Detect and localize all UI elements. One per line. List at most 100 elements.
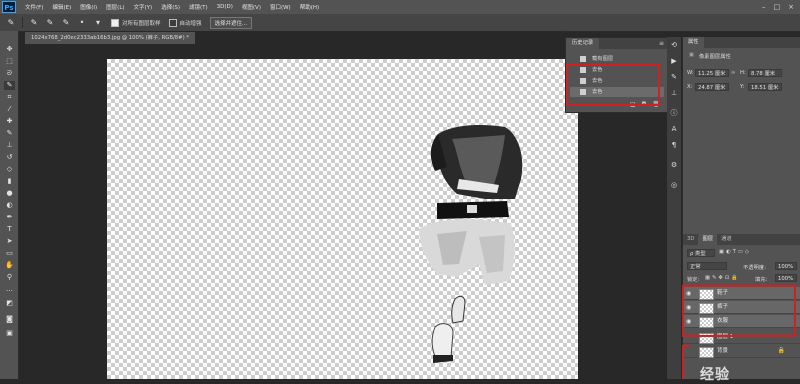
lasso-tool-icon[interactable]: ᘐ [4,69,15,78]
lock-icon: 🔒 [777,347,785,354]
divider [22,17,23,28]
rectangle-tool-icon[interactable]: ▭ [4,249,15,258]
zoom-tool-icon[interactable]: ⚲ [4,273,15,282]
type-tool-icon[interactable]: T [4,225,15,234]
minimize-button[interactable]: – [762,3,766,11]
menu-type[interactable]: 文字(Y) [134,3,153,11]
select-and-mask-button[interactable]: 选择并遮住... [209,16,253,29]
color-swatches-icon[interactable]: ◩ [4,299,15,308]
menu-image[interactable]: 图像(I) [80,3,97,11]
glyphs-panel-icon[interactable]: ⚙ [669,161,679,170]
adjustments-icon[interactable]: ◎ [669,181,679,190]
actions-panel-icon[interactable]: ▶ [669,57,679,66]
gradient-tool-icon[interactable]: ▮ [4,177,15,186]
clothing-image [419,125,523,363]
auto-enhance-checkbox[interactable] [168,18,177,27]
screen-mode-icon[interactable]: ▣ [4,329,15,338]
brush-tool-icon[interactable]: ✎ [4,129,15,138]
fill-label: 填充: [755,277,768,283]
eraser-tool-icon[interactable]: ◇ [4,165,15,174]
menu-window[interactable]: 窗口(W) [270,3,291,11]
auto-enhance-label: 自动增强 [179,20,202,27]
x-field[interactable]: 24.87 厘米 [695,83,729,91]
link-icon[interactable]: ∞ [731,70,735,76]
healing-brush-icon[interactable]: ✚ [4,117,15,126]
brush-size-icon[interactable]: • [77,18,87,28]
opacity-field[interactable]: 100% [775,262,797,270]
collapsed-panels-column: ⟲ ▶ ✎ ⊥ ⓘ A ¶ ⚙ ◎ [667,37,681,379]
quick-selection-tool-icon[interactable]: ✎ [6,18,16,28]
fill-field[interactable]: 100% [775,274,797,282]
eyedropper-tool-icon[interactable]: ⁄ [4,105,15,114]
lock-label: 锁定: [687,277,700,283]
brush-panel-icon[interactable]: ✎ [669,73,679,82]
history-item[interactable]: 载有图层 [570,54,664,64]
pen-tool-icon[interactable]: ✒ [4,213,15,222]
properties-subtitle: 像素图层属性 [699,54,731,60]
history-panel-header: 历史记录 ≡ [566,38,668,49]
character-panel-icon[interactable]: A [669,125,679,134]
layer-row[interactable]: 背景 🔒 [683,345,800,358]
opacity-label: 不透明度: [743,265,766,271]
blur-tool-icon[interactable]: ● [4,189,15,198]
add-to-selection-icon[interactable]: ✎ [45,18,55,28]
filter-icons[interactable]: ▣◐T▭◇ [719,249,751,255]
clone-stamp-icon[interactable]: ⊥ [4,141,15,150]
panel-menu-icon[interactable]: ≡ [659,40,664,47]
y-field[interactable]: 18.51 厘米 [748,83,782,91]
layer-thumbnail [699,347,714,358]
new-selection-icon[interactable]: ✎ [29,18,39,28]
history-panel-icon[interactable]: ⟲ [669,41,679,50]
info-panel-icon[interactable]: ⓘ [669,109,679,118]
properties-tab[interactable]: 属性 [683,37,704,48]
menu-help[interactable]: 帮助(H) [300,3,319,11]
window-controls: – □ × [762,3,794,11]
quick-mask-icon[interactable]: ◙ [4,315,15,324]
crop-tool-icon[interactable]: ⌗ [4,93,15,102]
menu-file[interactable]: 文件(F) [25,3,43,11]
document-canvas[interactable] [107,59,578,379]
more-tools-icon[interactable]: … [4,285,15,294]
blend-mode-select[interactable]: 正常 [687,262,727,270]
close-button[interactable]: × [788,3,794,11]
move-tool-icon[interactable]: ✥ [4,45,15,54]
document-tab[interactable]: 1024x768_2d0ec2333ab16b3.jpg @ 100% (裤子,… [25,32,196,44]
x-label: X: [687,84,693,90]
menu-edit[interactable]: 编辑(E) [52,3,71,11]
brush-dropdown-icon[interactable]: ▾ [93,18,103,28]
sample-all-layers-checkbox[interactable] [111,18,119,27]
document-icon [580,55,586,62]
marquee-tool-icon[interactable]: ⬚ [4,57,15,66]
menu-layer[interactable]: 图层(L) [106,3,124,11]
history-brush-icon[interactable]: ↺ [4,153,15,162]
quick-selection-tool-icon[interactable]: ✎ [4,81,15,90]
document-tab-bar: 1024x768_2d0ec2333ab16b3.jpg @ 100% (裤子,… [25,31,565,44]
paragraph-panel-icon[interactable]: ¶ [669,141,679,150]
watermark: 经验 [700,367,730,383]
dodge-tool-icon[interactable]: ◐ [4,201,15,210]
menu-bar: Ps 文件(F) 编辑(E) 图像(I) 图层(L) 文字(Y) 选择(S) 滤… [0,0,800,14]
menu-filter[interactable]: 滤镜(T) [189,3,208,11]
tab-3d[interactable]: 3D [683,234,698,245]
subtract-from-selection-icon[interactable]: ✎ [61,18,71,28]
tab-channels[interactable]: 通道 [717,234,736,245]
history-tab[interactable]: 历史记录 [566,38,600,49]
sample-all-layers-label: 对所有图层取样 [122,20,161,27]
pixel-layer-icon: ▣ [689,52,695,58]
path-selection-icon[interactable]: ➤ [4,237,15,246]
menu-view[interactable]: 视图(V) [242,3,261,11]
width-field[interactable]: 11.25 厘米 [695,69,729,77]
properties-header: 属性 [683,37,800,48]
menu-select[interactable]: 选择(S) [161,3,180,11]
lock-icons[interactable]: ▦✎✥⊡🔒 [705,275,740,281]
hand-tool-icon[interactable]: ✋ [4,261,15,270]
y-label: Y: [740,84,745,90]
tab-layers[interactable]: 图层 [698,234,718,245]
height-field[interactable]: 8.78 厘米 [748,69,782,77]
clone-source-icon[interactable]: ⊥ [669,89,679,98]
maximize-button[interactable]: □ [774,3,781,11]
menu-3d[interactable]: 3D(D) [217,4,233,10]
layers-tabs: 3D 图层 通道 [683,234,800,245]
layer-filter-select[interactable]: ρ 类型 [687,249,715,257]
highlight-box [682,345,690,379]
